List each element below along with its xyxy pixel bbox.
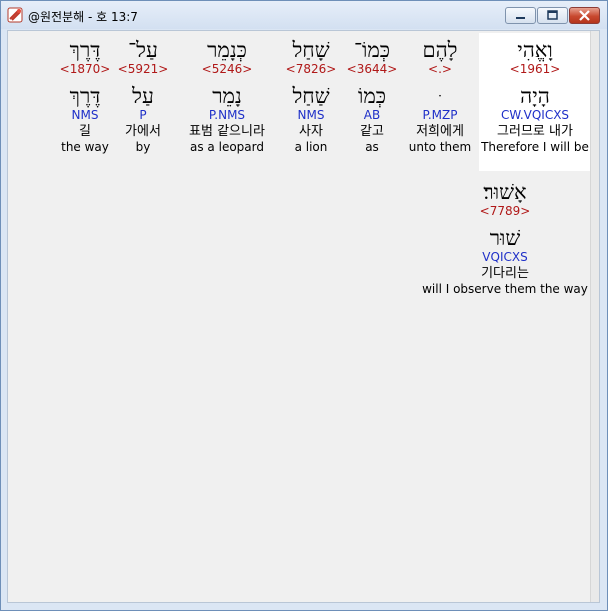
english-gloss: by (135, 140, 151, 154)
restore-icon (547, 10, 558, 20)
word-column[interactable]: דֶּרֶךְ <1870> דֶּרֶךְ NMS 길 the way (60, 38, 111, 155)
word-column[interactable]: כְּמוֹ־ <3644> כְּמוֹ AB 같고 as (347, 38, 398, 155)
lemma: עַל (132, 84, 154, 108)
lemma: דֶּרֶךְ (69, 84, 101, 108)
word-column[interactable]: שָׁחַל <7826> שַׁחַל NMS 사자 a lion (286, 38, 337, 155)
title-bar[interactable]: @원전분해 - 호 13:7 (1, 1, 607, 29)
word-column[interactable]: עַל־ <5921> עַל P 가에서 by (118, 38, 169, 155)
morphology-code: P.MZP (422, 108, 458, 122)
morphology-code: VQICXS (482, 250, 528, 264)
morphology-code: P.NMS (208, 108, 246, 122)
lemma: כְּמוֹ (357, 84, 387, 108)
analysis-panel: וָאֱהִי <1961> הָיָה CW.VQICXS 그러므로 내가 T… (7, 30, 600, 603)
lemma: שַׁחַל (292, 84, 330, 108)
english-gloss: as (365, 140, 379, 154)
hebrew-word: שָׁחַל (292, 38, 330, 62)
maximize-button[interactable] (537, 7, 568, 24)
strong-number[interactable]: <1870> (60, 62, 111, 76)
korean-gloss: 가에서 (125, 124, 161, 139)
morphology-code: P (139, 108, 147, 122)
app-icon (7, 7, 23, 23)
english-gloss: the way (61, 140, 109, 154)
minimize-button[interactable] (505, 7, 536, 24)
hebrew-word: עַל־ (128, 38, 158, 62)
hebrew-word: אָשׁוּר׃ (483, 180, 527, 204)
hebrew-word: כְּנָמֵר (207, 38, 247, 62)
korean-gloss: 기다리는 (481, 266, 529, 281)
hebrew-word: כְּמוֹ־ (353, 38, 391, 62)
window-title: @원전분해 - 호 13:7 (28, 10, 138, 24)
word-column[interactable]: וָאֱהִי <1961> הָיָה CW.VQICXS 그러므로 내가 T… (481, 38, 589, 155)
korean-gloss: 같고 (360, 124, 384, 139)
english-gloss: Therefore I will be (481, 140, 589, 154)
strong-number[interactable]: <7789> (422, 204, 588, 218)
strong-number[interactable]: <1961> (481, 62, 589, 76)
korean-gloss: 그러므로 내가 (497, 124, 573, 139)
morphology-code: NMS (297, 108, 325, 122)
korean-gloss: 길 (79, 124, 91, 139)
morphology-code: NMS (71, 108, 99, 122)
strong-number[interactable]: <5921> (118, 62, 169, 76)
hebrew-word: דֶּרֶךְ (69, 38, 101, 62)
english-gloss: unto them (408, 140, 472, 154)
strong-number[interactable]: <5246> (189, 62, 265, 76)
word-column[interactable]: כְּנָמֵר <5246> נָמֵר P.NMS 표범 같으니라 as a… (189, 38, 265, 155)
strong-number[interactable]: <3644> (347, 62, 398, 76)
close-icon (579, 10, 590, 21)
lemma: ּ (409, 84, 471, 108)
morphology-code: CW.VQICXS (500, 108, 570, 122)
lemma: שׁוּר (489, 226, 521, 250)
korean-gloss: 표범 같으니라 (189, 124, 265, 139)
strong-number[interactable]: <7826> (286, 62, 337, 76)
close-button[interactable] (569, 7, 600, 24)
hebrew-word: לָהֶם (422, 38, 458, 62)
minimize-icon (516, 17, 525, 19)
lemma: נָמֵר (212, 84, 242, 108)
app-window: @원전분해 - 호 13:7 וָאֱהִי <1961> הָיָה CW.V… (0, 0, 608, 611)
korean-gloss: 사자 (299, 124, 323, 139)
hebrew-word: וָאֱהִי (517, 38, 553, 62)
english-gloss: as a leopard (190, 140, 264, 154)
morphology-code: AB (363, 108, 381, 122)
korean-gloss: 저희에게 (416, 124, 464, 139)
word-column[interactable]: אָשׁוּר׃ <7789> שׁוּר VQICXS 기다리는 will I… (422, 180, 588, 297)
lemma: הָיָה (520, 84, 550, 108)
vertical-scrollbar[interactable] (590, 31, 599, 602)
english-gloss: will I observe them the way (422, 282, 588, 296)
english-gloss: a lion (294, 140, 328, 154)
word-column[interactable]: לָהֶם <.> ּ P.MZP 저희에게 unto them (409, 38, 471, 155)
strong-number[interactable]: <.> (409, 62, 471, 76)
